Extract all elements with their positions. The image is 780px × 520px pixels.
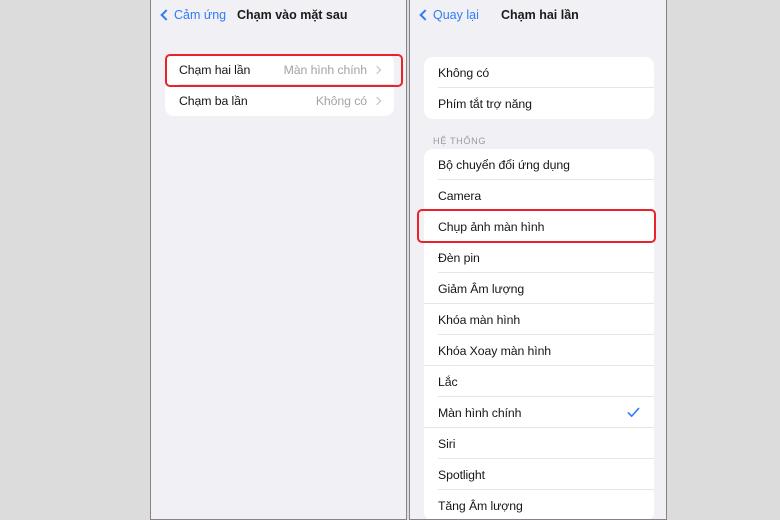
- section-header-system: HỆ THỐNG: [433, 136, 487, 146]
- list-item-lock-rotation[interactable]: Khóa Xoay màn hình: [424, 335, 654, 366]
- back-button-quay-lai[interactable]: Quay lại: [419, 8, 479, 22]
- list-item-label: Spotlight: [438, 467, 485, 482]
- basic-actions-card: Không có Phím tắt trợ năng: [424, 57, 654, 119]
- chevron-right-icon: [372, 65, 382, 74]
- list-item-siri[interactable]: Siri: [424, 428, 654, 459]
- back-button-label: Cảm ứng: [174, 8, 227, 22]
- double-tap-action-panel: Quay lại Chạm hai lần Không có Phím tắt …: [409, 0, 667, 520]
- list-item-label: Đèn pin: [438, 250, 480, 265]
- back-tap-options-card: Chạm hai lần Màn hình chính Chạm ba lần …: [165, 54, 394, 116]
- left-navigation-bar: Cảm ứng Chạm vào mặt sau: [151, 0, 406, 34]
- page-title: Chạm hai lần: [501, 8, 579, 22]
- list-item-volume-up[interactable]: Tăng Âm lượng: [424, 490, 654, 519]
- list-item-value: Không có: [315, 93, 367, 108]
- list-item-flashlight[interactable]: Đèn pin: [424, 242, 654, 273]
- list-item-label: Khóa Xoay màn hình: [438, 343, 552, 358]
- list-item-screenshot[interactable]: Chụp ảnh màn hình: [424, 211, 654, 242]
- list-item-label: Tăng Âm lượng: [438, 498, 523, 513]
- chevron-left-icon: [419, 9, 431, 21]
- list-item-label: Siri: [438, 436, 456, 451]
- list-item-label: Bộ chuyển đổi ứng dụng: [438, 157, 570, 172]
- list-item-label: Không có: [438, 65, 490, 80]
- list-item-app-switcher[interactable]: Bộ chuyển đổi ứng dụng: [424, 149, 654, 180]
- chevron-right-icon: [372, 96, 382, 105]
- list-item-triple-tap[interactable]: Chạm ba lần Không có: [165, 85, 394, 116]
- list-item-label: Camera: [438, 188, 482, 203]
- checkmark-icon: [627, 407, 640, 418]
- page-title: Chạm vào mặt sau: [237, 8, 348, 22]
- list-item-accessibility-shortcut[interactable]: Phím tắt trợ năng: [424, 88, 654, 119]
- list-item-label: Chạm hai lần: [179, 62, 251, 77]
- back-tap-settings-panel: Cảm ứng Chạm vào mặt sau Chạm hai lần Mà…: [150, 0, 407, 520]
- list-item-volume-down[interactable]: Giảm Âm lượng: [424, 273, 654, 304]
- system-actions-card: Bộ chuyển đổi ứng dụng Camera Chụp ảnh m…: [424, 149, 654, 519]
- list-item-double-tap[interactable]: Chạm hai lần Màn hình chính: [165, 54, 394, 85]
- list-item-value: Màn hình chính: [283, 62, 367, 77]
- back-button-label: Quay lại: [433, 8, 479, 22]
- list-item-shake[interactable]: Lắc: [424, 366, 654, 397]
- list-item-spotlight[interactable]: Spotlight: [424, 459, 654, 490]
- list-item-label: Chạm ba lần: [179, 93, 248, 108]
- list-item-label: Chụp ảnh màn hình: [438, 219, 545, 234]
- list-item-label: Phím tắt trợ năng: [438, 96, 532, 111]
- list-item-label: Lắc: [438, 374, 458, 389]
- list-item-label: Giảm Âm lượng: [438, 281, 525, 296]
- right-navigation-bar: Quay lại Chạm hai lần: [410, 0, 666, 34]
- list-item-home-screen[interactable]: Màn hình chính: [424, 397, 654, 428]
- chevron-left-icon: [160, 9, 172, 21]
- list-item-camera[interactable]: Camera: [424, 180, 654, 211]
- list-item-lock-screen[interactable]: Khóa màn hình: [424, 304, 654, 335]
- list-item-none[interactable]: Không có: [424, 57, 654, 88]
- list-item-label: Màn hình chính: [438, 405, 522, 420]
- back-button-cam-ung[interactable]: Cảm ứng: [160, 8, 227, 22]
- list-item-label: Khóa màn hình: [438, 312, 521, 327]
